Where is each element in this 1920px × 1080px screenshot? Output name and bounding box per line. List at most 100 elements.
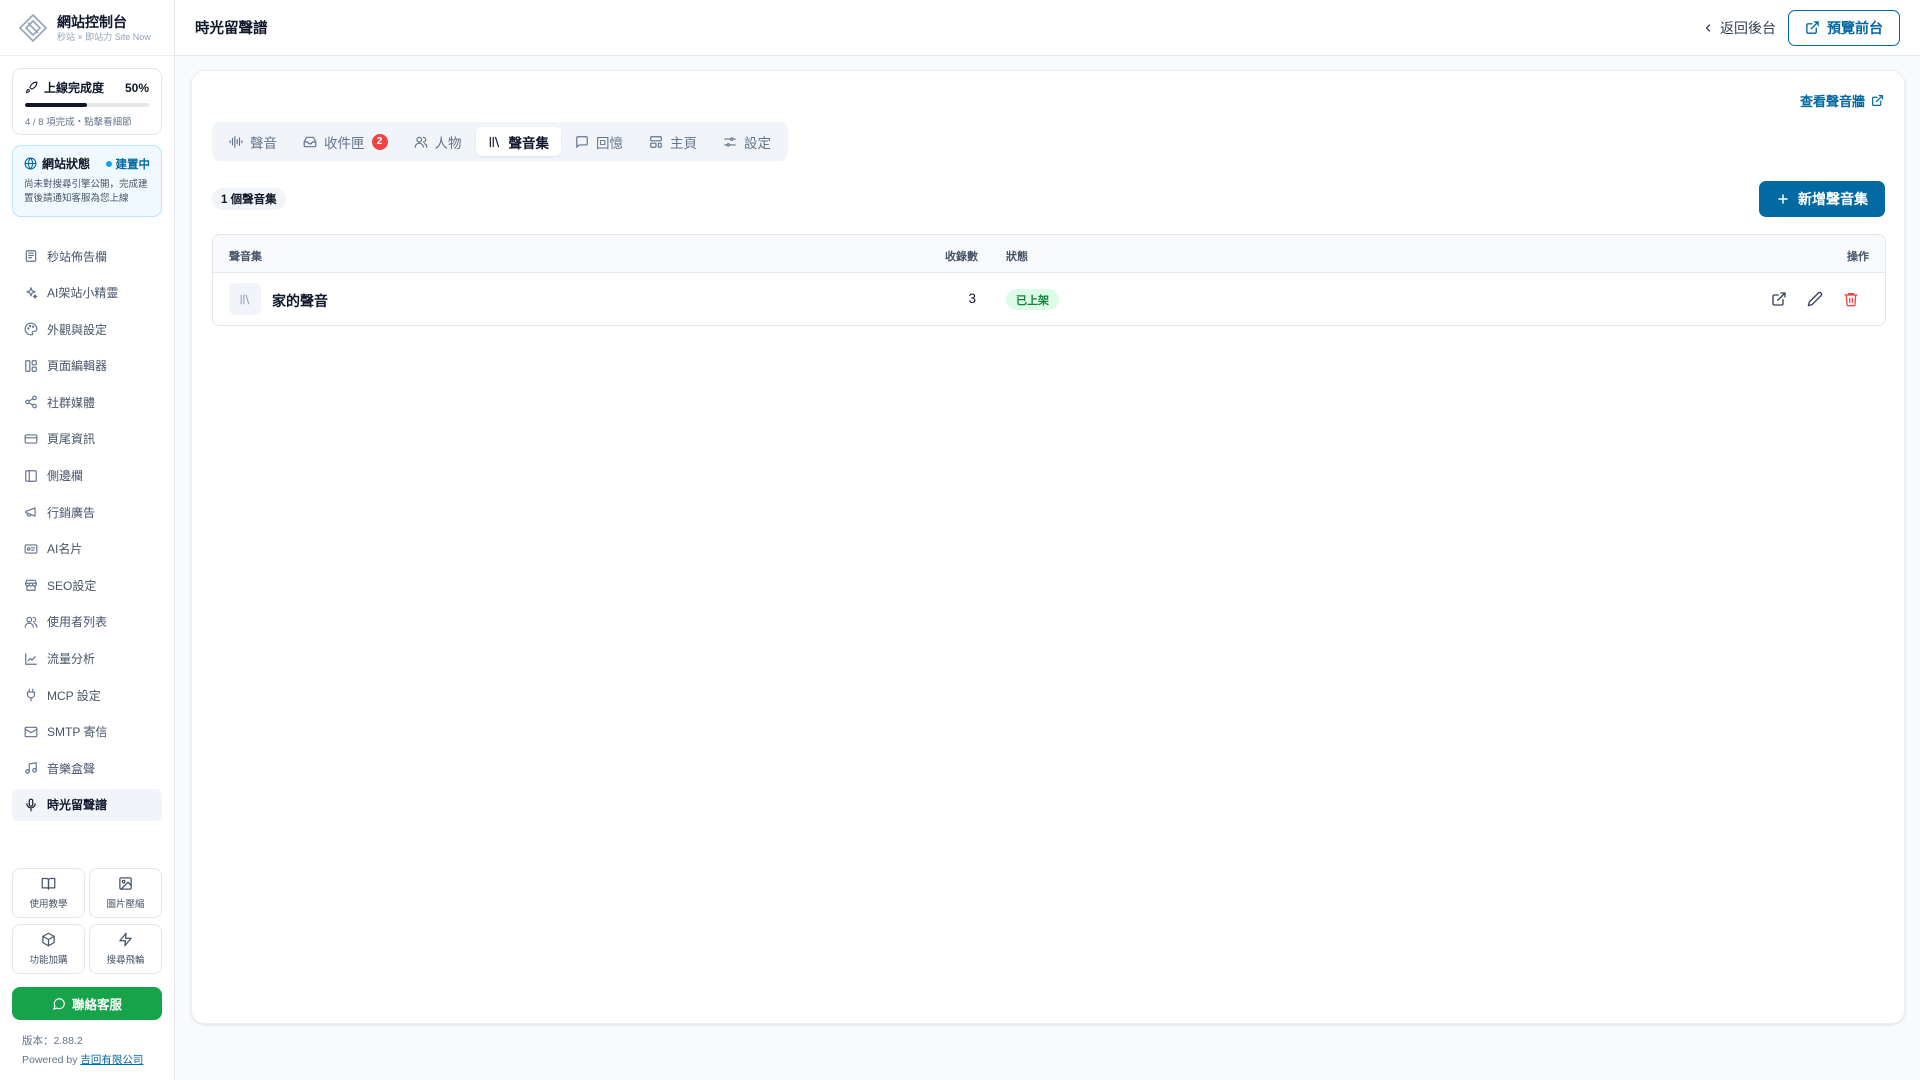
collections-table: 聲音集 收錄數 狀態 操作 家的聲音 3 已上架 <box>212 234 1886 326</box>
sidebar-item-appearance[interactable]: 外觀與設定 <box>12 313 162 345</box>
credit-card-icon <box>24 434 38 444</box>
tab-settings[interactable]: 設定 <box>711 127 783 156</box>
id-card-icon <box>24 544 38 554</box>
sidebar-icon <box>25 469 37 482</box>
inbox-count-badge: 2 <box>371 133 388 150</box>
message-circle-icon <box>53 997 65 1010</box>
collection-count-cell: 3 <box>968 291 976 306</box>
page-title: 時光留聲譜 <box>195 21 268 37</box>
column-header-collection: 聲音集 <box>229 251 262 263</box>
sidebar-item-marketing[interactable]: 行銷廣告 <box>12 496 162 528</box>
sidebar-item-mcp[interactable]: MCP 設定 <box>12 679 162 711</box>
column-header-status: 狀態 <box>1006 251 1028 263</box>
site-status-badge-text: 建置中 <box>115 158 151 171</box>
sidebar-item-bulletin[interactable]: 秒站佈告欄 <box>12 240 162 272</box>
library-icon <box>240 294 249 304</box>
sidebar-item-label: 時光留聲譜 <box>47 798 108 813</box>
mic-icon <box>26 798 36 812</box>
sidebar-item-smtp[interactable]: SMTP 寄信 <box>12 716 162 748</box>
plug-icon <box>26 688 36 702</box>
contact-support-button[interactable]: 聯絡客服 <box>12 987 162 1020</box>
image-icon <box>119 877 132 890</box>
tile-label: 搜尋飛輪 <box>106 955 145 966</box>
store-icon <box>25 580 37 592</box>
tile-search-flywheel[interactable]: 搜尋飛輪 <box>89 924 162 974</box>
table-header: 聲音集 收錄數 狀態 操作 <box>213 235 1885 273</box>
tile-image-compress[interactable]: 圖片壓縮 <box>89 868 162 918</box>
music-icon <box>25 762 37 775</box>
palette-icon <box>24 322 38 336</box>
sidebar: 網站控制台 秒站 × 即站力 Site Now 上線完成度 50% 4 / 8 … <box>0 0 175 1080</box>
table-row[interactable]: 家的聲音 3 已上架 <box>213 273 1885 325</box>
sidebar-item-seo[interactable]: SEO設定 <box>12 569 162 601</box>
sidebar-item-music-box[interactable]: 音樂盒聲 <box>12 752 162 784</box>
sidebar-item-footer[interactable]: 頁尾資訊 <box>12 423 162 455</box>
sidebar-item-page-editor[interactable]: 頁面編輯器 <box>12 350 162 382</box>
collection-count: 1 個聲音集 <box>212 188 286 210</box>
progress-note: 4 / 8 項完成・點擊看細節 <box>25 117 132 128</box>
tab-home[interactable]: 主頁 <box>637 127 709 156</box>
company-link[interactable]: 吉回有限公司 <box>80 1054 143 1066</box>
view-voice-wall-link[interactable]: 查看聲音牆 <box>1800 91 1884 110</box>
sidebar-item-analytics[interactable]: 流量分析 <box>12 643 162 675</box>
trash-icon[interactable] <box>1843 291 1859 307</box>
tab-collections[interactable]: 聲音集 <box>475 127 561 156</box>
sidebar-item-ai-card[interactable]: AI名片 <box>12 533 162 565</box>
version-text: 版本：2.88.2 <box>22 1035 83 1047</box>
tile-label: 功能加購 <box>29 955 68 966</box>
layout-template-icon <box>650 135 662 148</box>
sidebar-item-label: 流量分析 <box>47 652 96 667</box>
top-header: 時光留聲譜 返回後台 預覽前台 <box>175 0 1920 56</box>
plus-icon <box>1778 194 1788 204</box>
audio-lines-icon <box>229 135 243 148</box>
sparkles-icon <box>26 286 38 299</box>
share-icon <box>25 395 37 409</box>
tab-label: 聲音集 <box>508 135 550 151</box>
site-status-card[interactable]: 網站狀態 建置中 尚未對搜尋引擎公開，完成建置後請通知客服為您上線 <box>12 145 162 217</box>
collection-name[interactable]: 家的聲音 <box>272 291 328 311</box>
sidebar-item-ai-wizard[interactable]: AI架站小精靈 <box>12 277 162 309</box>
sidebar-item-label: 頁面編輯器 <box>47 359 108 374</box>
main-card: 查看聲音牆 聲音 收件匣 2 人物 聲音集 回憶 主頁 設定 1 個聲音集 新增… <box>191 70 1905 1024</box>
sidebar-item-label: 側邊欄 <box>47 469 84 484</box>
tile-tutorial[interactable]: 使用教學 <box>12 868 85 918</box>
status-badge: 已上架 <box>1006 289 1059 310</box>
brand-title: 網站控制台 <box>57 13 127 30</box>
mail-icon <box>24 726 38 737</box>
logo-icon <box>18 13 48 42</box>
preview-frontend-button[interactable]: 預覽前台 <box>1788 9 1900 46</box>
sidebar-item-label: 音樂盒聲 <box>47 761 96 776</box>
open-external-icon[interactable] <box>1771 291 1787 307</box>
sidebar-item-label: 行銷廣告 <box>47 505 96 520</box>
wall-link-label: 查看聲音牆 <box>1799 94 1865 109</box>
back-to-admin-link[interactable]: 返回後台 <box>1702 18 1776 38</box>
collection-cover <box>229 283 261 315</box>
tab-inbox[interactable]: 收件匣 2 <box>291 127 400 156</box>
tile-addons[interactable]: 功能加購 <box>12 924 85 974</box>
sidebar-item-label: SEO設定 <box>47 578 97 593</box>
edit-icon[interactable] <box>1807 291 1823 307</box>
site-status-label: 網站狀態 <box>42 157 91 171</box>
tab-people[interactable]: 人物 <box>402 127 474 156</box>
users-icon <box>24 616 38 628</box>
site-status-badge: 建置中 <box>105 156 151 172</box>
sidebar-item-users[interactable]: 使用者列表 <box>12 606 162 638</box>
layout-icon <box>25 359 37 372</box>
add-collection-label: 新增聲音集 <box>1798 191 1868 207</box>
tab-memories[interactable]: 回憶 <box>563 127 635 156</box>
sliders-icon <box>724 136 736 147</box>
sidebar-item-label: 社群媒體 <box>47 395 96 410</box>
progress-bar-fill <box>25 103 87 107</box>
sidebar-item-social[interactable]: 社群媒體 <box>12 386 162 418</box>
launch-progress-card[interactable]: 上線完成度 50% 4 / 8 項完成・點擊看細節 <box>12 68 162 135</box>
globe-icon <box>24 157 37 170</box>
tab-voices[interactable]: 聲音 <box>217 127 289 156</box>
sidebar-item-label: 使用者列表 <box>47 615 108 630</box>
external-link-icon <box>1806 21 1819 34</box>
package-icon <box>42 932 55 947</box>
add-collection-button[interactable]: 新增聲音集 <box>1759 181 1885 217</box>
sidebar-item-voice-archive[interactable]: 時光留聲譜 <box>12 788 162 821</box>
line-chart-icon <box>25 652 37 665</box>
brand[interactable]: 網站控制台 秒站 × 即站力 Site Now <box>0 0 174 56</box>
sidebar-item-sidebar[interactable]: 側邊欄 <box>12 460 162 492</box>
